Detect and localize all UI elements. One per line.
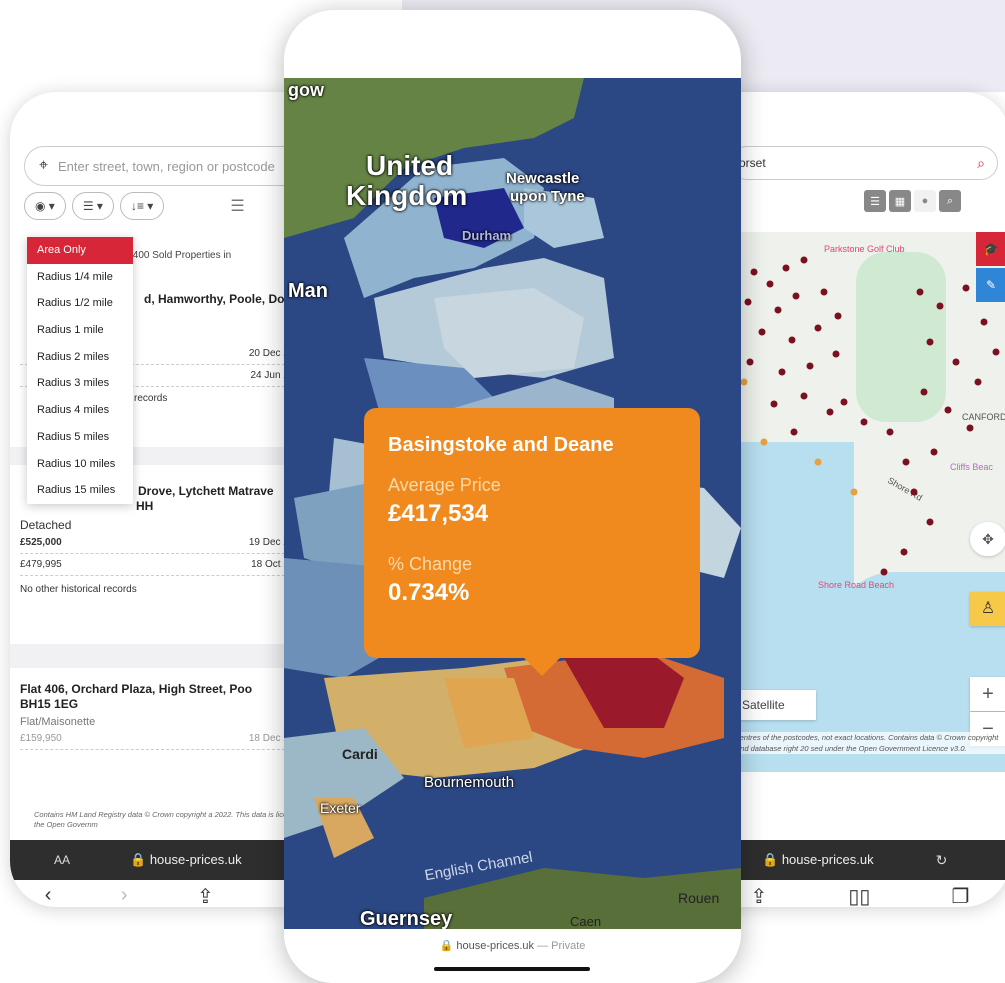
back-icon[interactable]: ‹: [45, 884, 52, 907]
search-input[interactable]: orset ⌕: [730, 146, 998, 180]
radius-dropdown-button[interactable]: ◉ ▾: [24, 192, 66, 220]
home-indicator: [434, 967, 590, 971]
tooltip-change-label: % Change: [388, 554, 473, 574]
sale-price: £525,000: [20, 537, 62, 548]
sort-button[interactable]: ↓≡ ▾: [119, 192, 165, 220]
text-size-button[interactable]: AA: [54, 853, 70, 867]
browser-url-text: house-prices.uk: [456, 940, 535, 952]
list-view-icon[interactable]: ☰: [864, 190, 886, 212]
tooltip-change-value: 0.734%: [388, 579, 470, 606]
street-view-icon[interactable]: ♙: [970, 592, 1005, 626]
sale-price: £479,995: [20, 559, 62, 570]
map-view-icon[interactable]: ●: [914, 190, 936, 212]
tabs-icon[interactable]: ❐: [952, 884, 970, 907]
radius-option[interactable]: Radius 2 miles: [27, 344, 133, 371]
map-label-newcastle-line1: Newcastle: [506, 170, 580, 187]
map-label-rouen: Rouen: [678, 890, 720, 906]
map-label-caen: Caen: [570, 914, 602, 929]
map-label-bournemouth: Bournemouth: [424, 774, 515, 791]
sale-row: £525,000 19 Dec 202: [20, 532, 300, 554]
satellite-toggle[interactable]: Satellite: [736, 690, 816, 720]
bookmarks-icon[interactable]: ▯▯: [848, 884, 870, 907]
radius-option[interactable]: Radius 1 mile: [27, 317, 133, 344]
browser-bottom-bar: 🔒 house-prices.uk — Private: [284, 929, 741, 983]
radius-option[interactable]: Radius 4 miles: [27, 397, 133, 424]
radius-option[interactable]: Radius 10 miles: [27, 451, 133, 478]
search-value[interactable]: orset: [739, 156, 766, 170]
map-label-newcastle-line2: upon Tyne: [510, 188, 585, 205]
map-label-exeter: Exeter: [320, 800, 361, 816]
map-label-guernsey: Guernsey: [360, 908, 453, 929]
radius-option[interactable]: Area Only: [27, 237, 133, 264]
region-tooltip: Basingstoke and Deane Average Price £417…: [364, 408, 700, 676]
copyright-footnote: centres of the postcodes, not exact loca…: [736, 732, 1005, 754]
browser-url[interactable]: 🔒 house-prices.uk — Private: [284, 939, 741, 952]
map-label-uk-line2: Kingdom: [346, 180, 468, 211]
search-icon[interactable]: ⌕: [977, 155, 985, 172]
sale-price: £159,950: [20, 733, 62, 744]
share-icon[interactable]: ⇪: [197, 884, 214, 907]
forward-icon[interactable]: ›: [121, 884, 128, 907]
map-label-uk-line1: United: [366, 150, 454, 181]
zoom-in-button[interactable]: +: [970, 677, 1005, 711]
search-icon[interactable]: ⌕: [939, 190, 961, 212]
map-label-man: Man: [288, 280, 328, 302]
map-label-glasgow: gow: [288, 80, 324, 100]
radius-option[interactable]: Radius 5 miles: [27, 424, 133, 451]
radius-dropdown-menu: Area Only Radius 1/4 mile Radius 1/2 mil…: [27, 237, 133, 504]
reload-icon[interactable]: ↻: [936, 852, 948, 869]
browser-url[interactable]: 🔒 house-prices.uk: [762, 852, 874, 868]
tooltip-region-name: Basingstoke and Deane: [388, 434, 614, 456]
sale-row: £159,950 18 Dec 202: [20, 728, 300, 750]
education-layer-icon[interactable]: 🎓: [976, 232, 1005, 266]
map-label-cardiff: Cardi: [342, 746, 378, 762]
share-icon[interactable]: ⇪: [751, 884, 768, 907]
center-phone: gow United Kingdom Newcastle upon Tyne D…: [284, 10, 741, 983]
browser-url[interactable]: 🔒 house-prices.uk: [130, 852, 242, 868]
browser-url-text: house-prices.uk: [781, 852, 874, 867]
radius-option[interactable]: Radius 1/2 mile: [27, 290, 133, 317]
browser-url-text: house-prices.uk: [149, 852, 242, 867]
result-count: ,400 Sold Properties in: [130, 250, 232, 261]
recenter-icon[interactable]: ✥: [970, 522, 1005, 556]
tooltip-price-value: £417,534: [388, 500, 489, 527]
filter-button[interactable]: ☰ ▾: [71, 192, 114, 220]
sale-row: £479,995 18 Oct 201: [20, 554, 300, 576]
list-view-icon[interactable]: ☰: [230, 196, 244, 216]
map-label-durham: Durham: [462, 228, 512, 243]
radius-option[interactable]: Radius 1/4 mile: [27, 264, 133, 291]
private-label: — Private: [537, 940, 586, 952]
grid-view-icon[interactable]: ▦: [889, 190, 911, 212]
radius-option[interactable]: Radius 3 miles: [27, 370, 133, 397]
radius-option[interactable]: Radius 15 miles: [27, 477, 133, 504]
search-input[interactable]: [58, 158, 299, 174]
view-toggle: ☰ ▦ ● ⌕: [864, 190, 961, 212]
location-crosshair-icon[interactable]: ⌖: [39, 157, 48, 175]
draw-tool-icon[interactable]: ✎: [976, 268, 1005, 302]
tooltip-price-label: Average Price: [388, 475, 501, 495]
